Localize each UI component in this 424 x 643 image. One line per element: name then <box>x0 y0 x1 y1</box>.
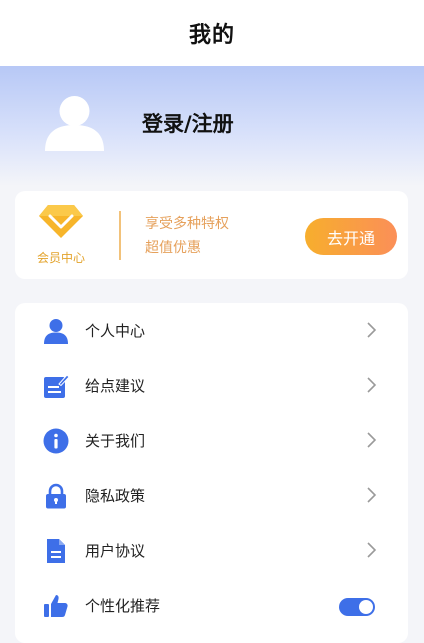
avatar-icon[interactable] <box>43 94 106 151</box>
menu-item-label: 用户协议 <box>85 542 146 560</box>
menu-item-privacy-policy[interactable]: 隐私政策 <box>15 468 408 523</box>
vip-card: 会员中心 享受多种特权 超值优惠 去开通 <box>15 191 408 279</box>
open-vip-button[interactable]: 去开通 <box>305 218 397 255</box>
menu-item-personalized-recommendation: 个性化推荐 <box>15 578 408 633</box>
menu-item-label: 个性化推荐 <box>85 597 161 615</box>
document-icon <box>47 539 65 563</box>
settings-menu: 个人中心 给点建议 关于我们 隐私政策 用户协议 个性化推荐 <box>15 303 408 643</box>
feedback-icon <box>44 374 69 398</box>
chevron-right-icon <box>367 322 377 338</box>
menu-item-label: 给点建议 <box>85 377 146 395</box>
chevron-right-icon <box>367 487 377 503</box>
menu-item-user-agreement[interactable]: 用户协议 <box>15 523 408 578</box>
vip-divider <box>119 211 121 260</box>
person-icon <box>44 319 68 344</box>
lock-icon <box>46 483 66 509</box>
personalized-recommendation-toggle[interactable] <box>339 598 375 616</box>
chevron-right-icon <box>367 377 377 393</box>
toggle-knob <box>359 600 373 614</box>
chevron-right-icon <box>367 432 377 448</box>
vip-perk-line2: 超值优惠 <box>145 240 201 256</box>
diamond-icon <box>39 205 83 238</box>
menu-item-label: 隐私政策 <box>85 487 146 505</box>
chevron-right-icon <box>367 542 377 558</box>
top-bar: 我的 <box>0 0 424 66</box>
menu-item-label: 关于我们 <box>85 432 146 450</box>
vip-perk-line1: 享受多种特权 <box>145 216 229 232</box>
info-icon <box>43 428 69 454</box>
thumbs-up-icon <box>44 595 68 617</box>
page-title: 我的 <box>188 23 235 48</box>
menu-item-about-us[interactable]: 关于我们 <box>15 413 408 468</box>
menu-item-personal-center[interactable]: 个人中心 <box>15 303 408 358</box>
menu-item-label: 个人中心 <box>85 322 146 340</box>
menu-item-feedback[interactable]: 给点建议 <box>15 358 408 413</box>
login-register-link[interactable]: 登录/注册 <box>142 108 234 138</box>
vip-center-label: 会员中心 <box>36 251 85 265</box>
